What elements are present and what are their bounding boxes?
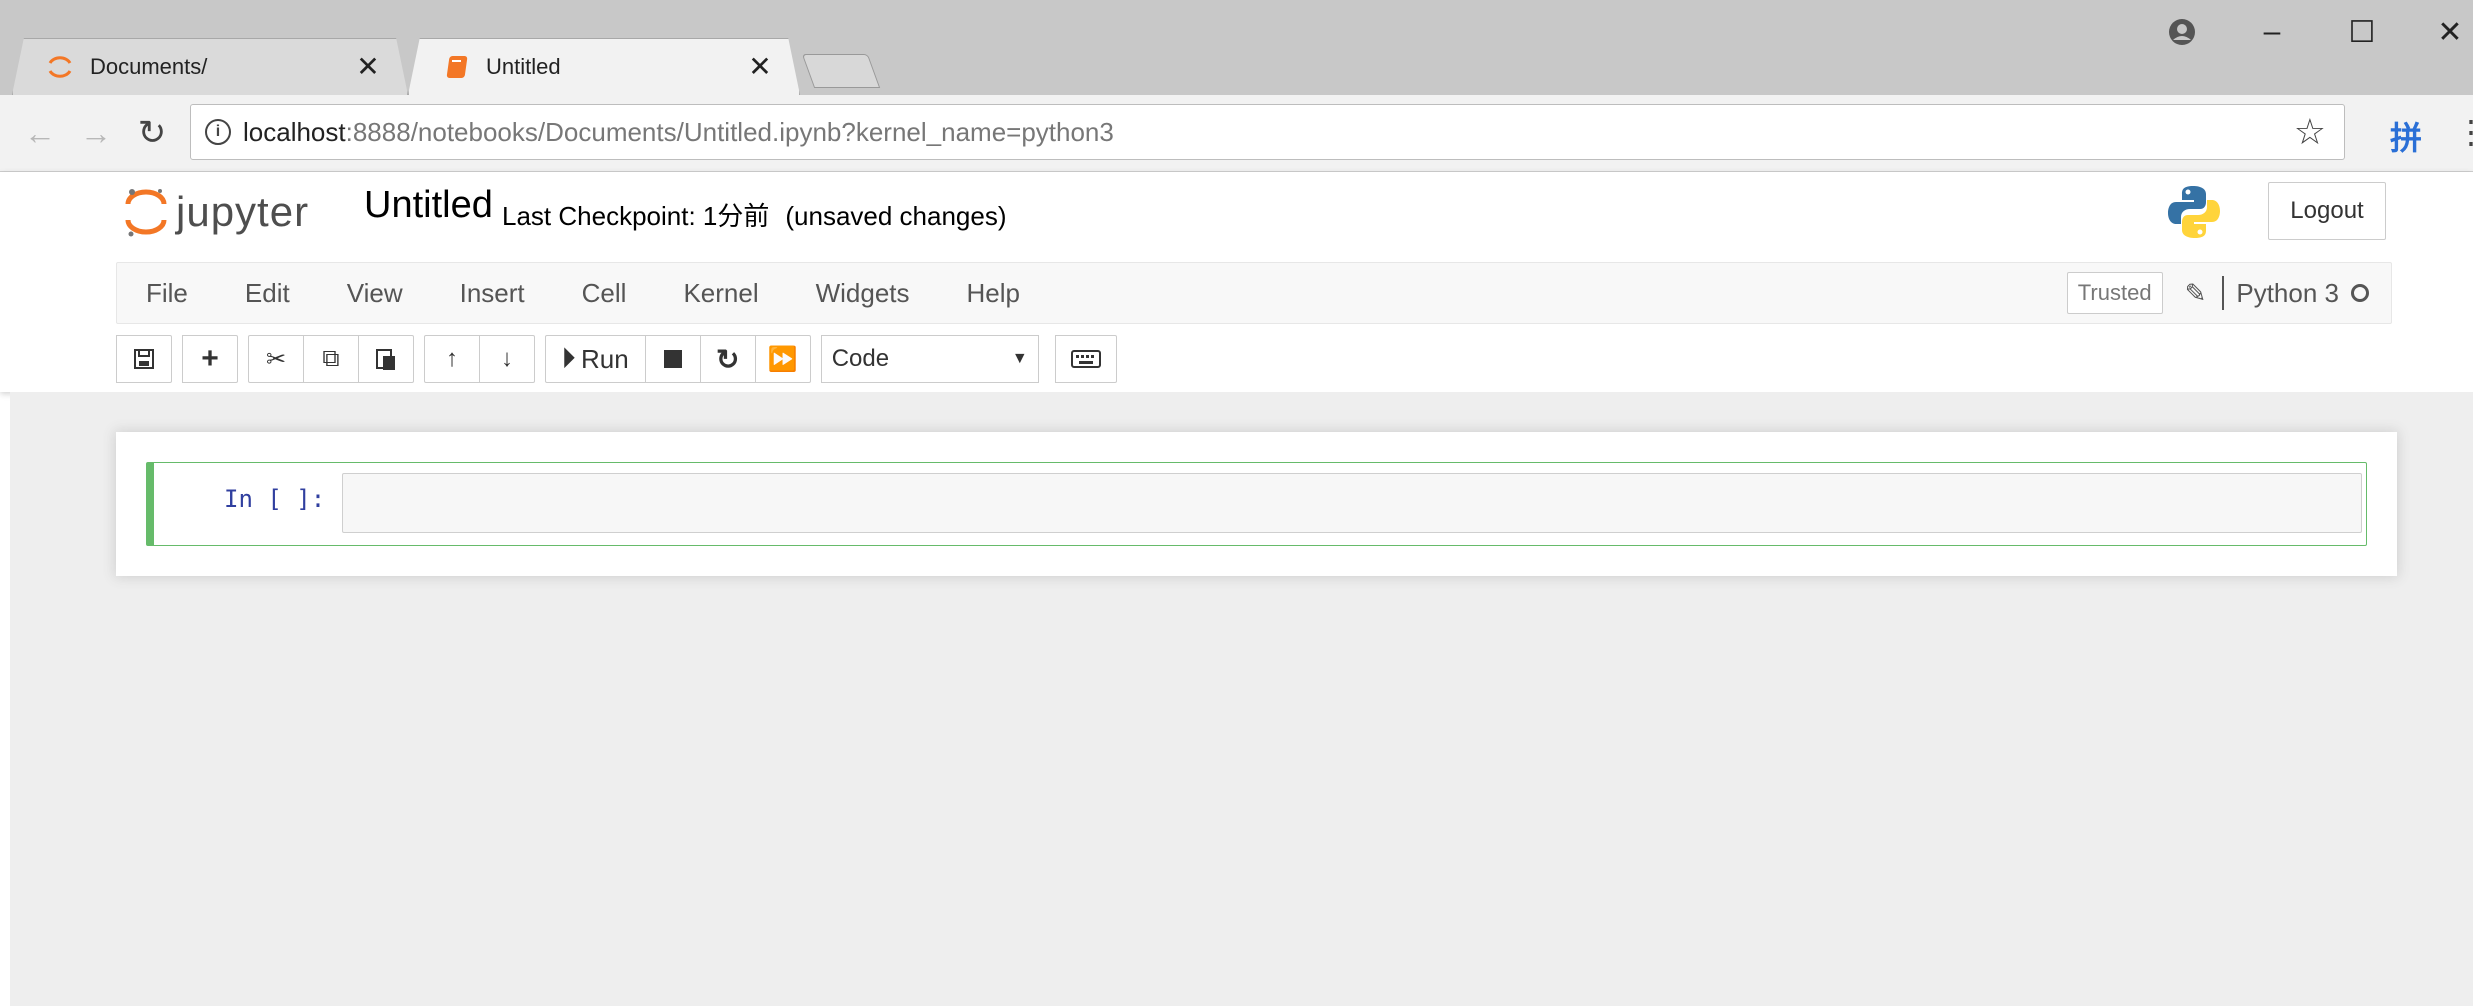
info-icon[interactable]: i xyxy=(205,119,231,145)
jupyter-logo-text: jupyter xyxy=(176,188,310,235)
paste-icon xyxy=(376,349,395,370)
tab-title: Untitled xyxy=(486,53,561,79)
run-button[interactable]: ⏵ Run xyxy=(545,335,646,383)
plus-icon: + xyxy=(201,342,219,375)
kernel-name[interactable]: Python 3 xyxy=(2236,278,2339,309)
cut-button[interactable]: ✂ xyxy=(248,335,304,383)
menu-help[interactable]: Help xyxy=(938,278,1048,309)
stop-icon xyxy=(663,350,682,368)
url-text: localhost:8888/notebooks/Documents/Untit… xyxy=(243,116,1114,147)
edit-mode-pencil-icon: ✎ xyxy=(2184,277,2207,308)
browser-toolbar: ← → ↻ i localhost:8888/notebooks/Documen… xyxy=(0,95,2473,172)
notebook-site: In [ ]: xyxy=(10,392,2473,1006)
extension-icon[interactable]: 拼 xyxy=(2390,113,2422,159)
restart-run-all-button[interactable]: ⏩ xyxy=(754,335,811,383)
checkpoint-text: Last Checkpoint: 1分前 xyxy=(502,201,770,231)
window-close-icon[interactable]: ✕ xyxy=(2420,10,2473,54)
unsaved-indicator: (unsaved changes) xyxy=(785,201,1007,231)
move-up-button[interactable]: ↑ xyxy=(424,335,480,383)
restart-icon: ↻ xyxy=(715,343,740,375)
bookmark-star-icon[interactable]: ☆ xyxy=(2294,111,2326,153)
menu-cell[interactable]: Cell xyxy=(553,278,655,309)
notebook-menubar: File Edit View Insert Cell Kernel Widget… xyxy=(116,262,2392,324)
move-down-button[interactable]: ↓ xyxy=(479,335,535,383)
code-input-area[interactable] xyxy=(342,473,2362,533)
paste-button[interactable] xyxy=(358,335,414,383)
trusted-badge[interactable]: Trusted xyxy=(2066,272,2163,314)
menu-edit[interactable]: Edit xyxy=(216,278,318,309)
address-bar[interactable]: i localhost:8888/notebooks/Documents/Unt… xyxy=(190,104,2345,160)
menu-file[interactable]: File xyxy=(117,278,216,309)
jupyter-logo[interactable]: jupyter xyxy=(124,184,309,240)
tab-documents[interactable]: Documents/ ✕ xyxy=(12,38,408,95)
new-tab-button[interactable] xyxy=(801,54,881,88)
divider xyxy=(2222,276,2225,310)
save-icon xyxy=(134,349,154,369)
command-palette-button[interactable] xyxy=(1054,335,1117,383)
notebook-container: In [ ]: xyxy=(116,432,2397,576)
scissors-icon: ✂ xyxy=(265,345,287,373)
profile-icon[interactable] xyxy=(2152,10,2212,54)
maximize-icon[interactable]: ☐ xyxy=(2332,10,2392,54)
logout-button[interactable]: Logout xyxy=(2268,182,2386,240)
copy-button[interactable]: ⧉ xyxy=(303,335,359,383)
dropdown-caret-icon: ▼ xyxy=(1011,350,1028,367)
back-icon[interactable]: ← xyxy=(20,113,60,153)
keyboard-icon xyxy=(1070,350,1101,368)
cell-type-select[interactable]: Code ▼ xyxy=(820,335,1039,383)
browser-menu-icon[interactable]: ⋮ xyxy=(2455,113,2473,151)
menu-kernel[interactable]: Kernel xyxy=(654,278,786,309)
tab-title: Documents/ xyxy=(90,53,208,79)
close-icon[interactable]: ✕ xyxy=(746,50,774,83)
close-icon[interactable]: ✕ xyxy=(354,50,382,83)
save-button[interactable] xyxy=(116,335,172,383)
copy-icon: ⧉ xyxy=(322,345,340,372)
arrow-up-icon: ↑ xyxy=(446,345,458,372)
step-forward-icon: ⏵ xyxy=(562,343,576,373)
interrupt-button[interactable] xyxy=(644,335,701,383)
code-cell[interactable]: In [ ]: xyxy=(146,462,2367,546)
minimize-icon[interactable]: – xyxy=(2242,10,2302,54)
checkpoint-status: Last Checkpoint: 1分前 (unsaved changes) xyxy=(502,196,1007,233)
tab-untitled[interactable]: Untitled ✕ xyxy=(408,38,800,95)
forward-icon[interactable]: → xyxy=(76,113,116,153)
python-logo-icon xyxy=(2168,186,2220,238)
notebook-header: jupyter Untitled Last Checkpoint: 1分前 (un… xyxy=(0,172,2473,392)
jupyter-logo-icon xyxy=(125,189,167,237)
menu-view[interactable]: View xyxy=(318,278,431,309)
input-prompt: In [ ]: xyxy=(224,485,326,513)
notebook-icon xyxy=(446,55,468,78)
notebook-toolbar: + ✂ ⧉ ↑ ↓ ⏵ Run ↻ ⏩ Code ▼ xyxy=(116,334,1127,384)
restart-button[interactable]: ↻ xyxy=(699,335,756,383)
run-label: Run xyxy=(581,343,629,374)
notebook-title[interactable]: Untitled xyxy=(364,184,493,227)
kernel-status-area: Trusted ✎ Python 3 xyxy=(2066,263,2369,323)
cell-type-value: Code xyxy=(831,345,890,372)
arrow-down-icon: ↓ xyxy=(501,345,513,372)
reload-icon[interactable]: ↻ xyxy=(132,113,172,153)
insert-cell-button[interactable]: + xyxy=(182,335,238,383)
kernel-idle-indicator-icon xyxy=(2351,284,2369,302)
fast-forward-icon: ⏩ xyxy=(767,345,798,373)
menu-widgets[interactable]: Widgets xyxy=(787,278,938,309)
browser-titlebar: Documents/ ✕ Untitled ✕ – ☐ ✕ xyxy=(0,0,2473,95)
jupyter-logo-icon xyxy=(48,55,72,78)
menu-insert[interactable]: Insert xyxy=(431,278,553,309)
